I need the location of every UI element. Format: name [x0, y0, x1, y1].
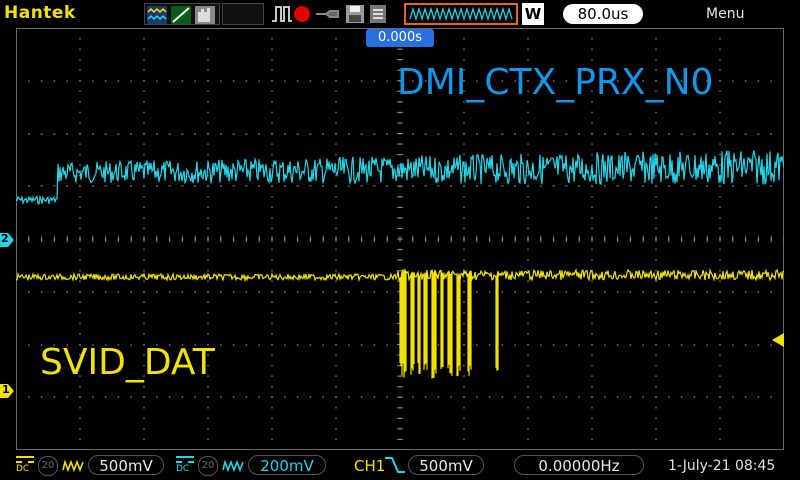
ch2-coupling-icon[interactable]: DC [176, 455, 194, 475]
brand-logo: Hantek [4, 3, 76, 23]
timebase-readout[interactable]: 80.0us [563, 4, 643, 24]
ch2-coupling: DC [176, 464, 190, 474]
frequency-readout: 0.00000Hz [514, 455, 644, 475]
ch1-coupling-icon[interactable]: DC [16, 455, 34, 475]
top-status-bar: Hantek W 80.0us Menu [0, 0, 800, 28]
ch1-volts-div[interactable]: 500mV [88, 455, 164, 475]
display-mode-icon [147, 6, 167, 24]
datetime-readout: 1-July-21 08:45 [668, 458, 776, 474]
save-icon [346, 5, 364, 23]
ch1-coupling: DC [16, 464, 30, 474]
trigger-source[interactable]: CH1 [354, 457, 385, 475]
print-icon [370, 5, 386, 23]
ch1-ground-marker[interactable]: 1 [0, 383, 14, 398]
timebase-mode-badge: W [522, 3, 544, 25]
ch2-waveform-icon [222, 456, 244, 478]
pulse-trigger-icon [272, 6, 292, 22]
acquire-status-group[interactable] [270, 3, 390, 25]
probe-icon [316, 10, 339, 18]
waveform-icon[interactable] [404, 3, 518, 25]
menu-button[interactable]: Menu [706, 6, 744, 22]
ch1-bw-limit-icon[interactable]: 20 [38, 456, 58, 476]
record-icon [294, 6, 310, 22]
trigger-position-readout: 0.000s [366, 29, 434, 47]
ch2-bw-limit-icon[interactable]: 20 [198, 456, 218, 476]
hold-icon [195, 6, 215, 24]
ch2-volts-div[interactable]: 200mV [248, 455, 326, 475]
trigger-level-marker[interactable] [772, 333, 784, 347]
ch2-trace [16, 150, 784, 206]
ch1-waveform-icon [62, 456, 84, 478]
ch1-marker-number: 1 [2, 383, 10, 396]
ramp-icon [171, 6, 191, 24]
falling-edge-icon[interactable] [384, 455, 406, 479]
trigger-level[interactable]: 500mV [408, 455, 484, 475]
ch2-marker-number: 2 [1, 232, 9, 245]
display-mode-group[interactable] [144, 3, 220, 25]
blank-slot [222, 3, 264, 25]
ch1-label: SVID_DAT [40, 342, 215, 383]
ch2-ground-marker[interactable]: 2 [0, 232, 14, 247]
ch2-label: DMI_CTX_PRX_N0 [397, 62, 714, 103]
